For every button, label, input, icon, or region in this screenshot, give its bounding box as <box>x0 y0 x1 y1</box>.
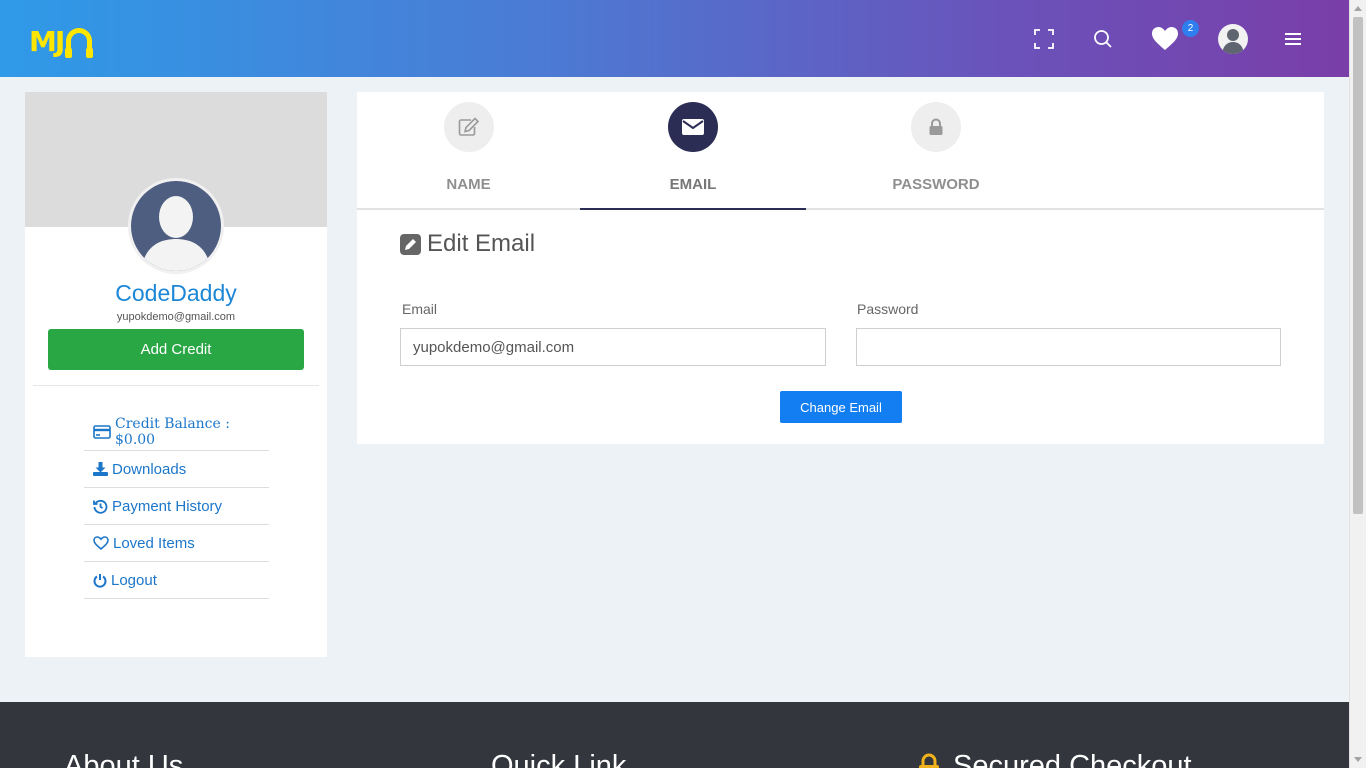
footer: About Us Quick Link Secured Checkout <box>0 702 1349 768</box>
tab-label-email: EMAIL <box>669 176 717 193</box>
headphones-icon <box>65 28 94 58</box>
user-silhouette-icon <box>141 196 211 271</box>
add-credit-button[interactable]: Add Credit <box>48 329 304 370</box>
footer-heading-quick-link: Quick Link <box>491 750 627 768</box>
heart-icon[interactable] <box>1150 26 1180 52</box>
lock-icon <box>911 102 961 152</box>
profile-username: CodeDaddy <box>115 280 237 306</box>
email-field[interactable] <box>400 328 826 366</box>
change-email-button[interactable]: Change Email <box>780 391 902 423</box>
footer-heading-secured-checkout: Secured Checkout <box>917 750 1192 768</box>
footer-heading-about: About Us <box>64 750 184 768</box>
heart-outline-icon <box>93 536 109 550</box>
scroll-up-arrow-icon[interactable] <box>1354 6 1362 11</box>
tab-label-password: PASSWORD <box>892 176 980 193</box>
menu-item-loved-items[interactable]: Loved Items <box>84 525 269 562</box>
tab-label-name: NAME <box>446 176 491 193</box>
envelope-icon <box>668 102 718 152</box>
menu-label-loved-items: Loved Items <box>113 534 195 552</box>
password-label: Password <box>857 301 919 317</box>
profile-card: CodeDaddy yupokdemo@gmail.com Add Credit… <box>25 92 327 657</box>
footer-secured-checkout-text: Secured Checkout <box>953 750 1192 768</box>
profile-menu: Credit Balance : $0.00 Downloads Payment… <box>84 414 269 599</box>
password-field[interactable] <box>856 328 1281 366</box>
menu-label-downloads: Downloads <box>112 460 187 478</box>
top-navbar: MJ 2 <box>0 0 1349 77</box>
section-title: Edit Email <box>400 230 535 258</box>
menu-item-logout[interactable]: Logout <box>84 562 269 599</box>
account-settings-panel: NAME EMAIL PASSWORD Edit Email Email Pas… <box>357 92 1324 444</box>
tab-email[interactable]: EMAIL <box>580 92 806 209</box>
edit-icon <box>444 102 494 152</box>
menu-item-downloads[interactable]: Downloads <box>84 451 269 488</box>
download-icon <box>93 462 108 476</box>
menu-label-logout: Logout <box>111 571 157 589</box>
fullscreen-icon[interactable] <box>1031 26 1057 52</box>
menu-label-credit-balance: Credit Balance : $0.00 <box>115 416 230 448</box>
user-avatar-icon[interactable] <box>1218 24 1248 54</box>
menu-icon[interactable] <box>1280 26 1306 52</box>
site-logo[interactable]: MJ <box>29 24 94 58</box>
cart-count-badge: 2 <box>1182 20 1199 37</box>
power-icon <box>93 573 107 588</box>
scroll-down-arrow-icon[interactable] <box>1354 757 1362 762</box>
tab-password[interactable]: PASSWORD <box>806 92 1066 209</box>
profile-avatar <box>128 178 224 274</box>
page-scrollbar[interactable] <box>1349 0 1366 768</box>
credit-card-icon <box>93 425 111 439</box>
active-tab-indicator <box>580 208 806 210</box>
pencil-square-icon <box>400 233 421 255</box>
menu-label-payment-history: Payment History <box>112 497 223 515</box>
lock-icon <box>919 753 939 768</box>
tabs-underline <box>357 208 1324 210</box>
history-icon <box>93 499 108 514</box>
scrollbar-thumb[interactable] <box>1353 17 1363 514</box>
profile-email: yupokdemo@gmail.com <box>116 311 236 323</box>
search-icon[interactable] <box>1090 26 1116 52</box>
section-title-text: Edit Email <box>427 230 536 257</box>
email-label: Email <box>402 301 438 317</box>
tab-name[interactable]: NAME <box>357 92 580 209</box>
logo-text: MJ <box>29 24 65 58</box>
profile-divider <box>33 385 319 386</box>
menu-item-credit-balance[interactable]: Credit Balance : $0.00 <box>84 414 269 451</box>
menu-item-payment-history[interactable]: Payment History <box>84 488 269 525</box>
